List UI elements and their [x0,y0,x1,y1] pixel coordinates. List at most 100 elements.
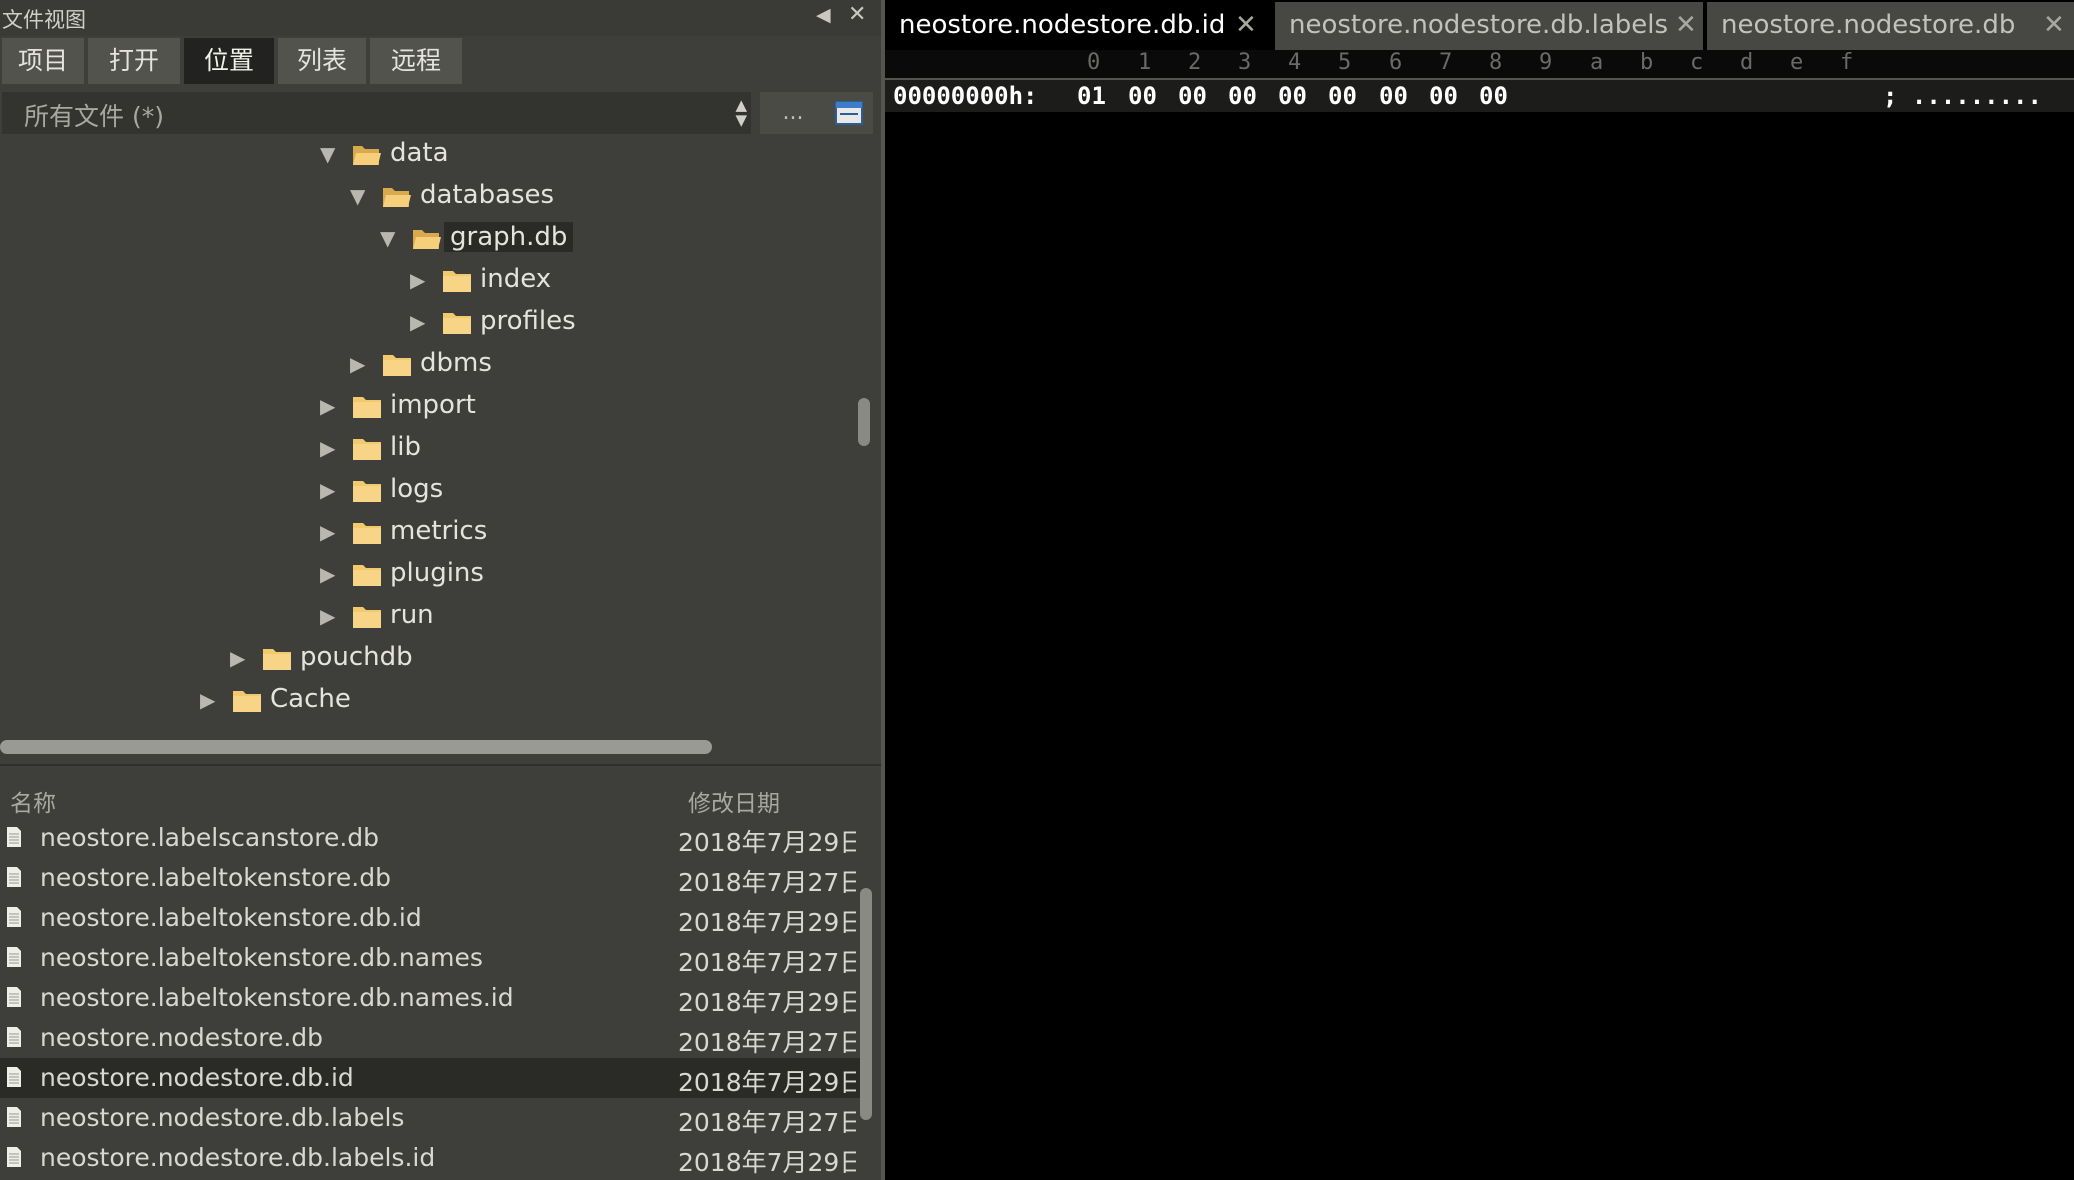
file-icon [7,947,21,967]
file-date: 2018年7月27日 [678,1028,856,1057]
collapsed-arrow-icon[interactable]: ▶ [320,606,335,626]
file-row[interactable]: neostore.labelscanstore.db 2018年7月29日 [0,818,860,858]
tab-list[interactable]: 列表 [278,38,366,84]
collapsed-arrow-icon[interactable]: ▶ [230,648,245,668]
expanded-arrow-icon[interactable]: ▼ [380,228,395,248]
browse-button[interactable]: ... [760,92,826,134]
hex-byte[interactable]: 00 [1278,82,1307,110]
file-row[interactable]: neostore.labeltokenstore.db.id 2018年7月29… [0,898,860,938]
file-icon [7,1107,21,1127]
file-row[interactable]: neostore.nodestore.db.labels.id 2018年7月2… [0,1138,860,1178]
ruler-column: 7 [1439,50,1453,75]
ruler-column: a [1590,50,1604,75]
collapsed-arrow-icon[interactable]: ▶ [410,312,425,332]
hex-byte[interactable]: 00 [1429,82,1458,110]
hex-row[interactable]: 00000000h: 01 00 00 00 00 00 00 00 00 ; … [885,80,2074,112]
file-name: neostore.labeltokenstore.db [40,863,391,892]
folder-icon [353,439,381,460]
ruler-column: 5 [1338,50,1352,75]
file-date: 2018年7月27日 [678,948,856,977]
hex-byte[interactable]: 00 [1228,82,1257,110]
editor-tab-nodestore-db[interactable]: neostore.nodestore.db ✕ [1707,2,2074,50]
tree-item-label: metrics [390,516,488,546]
folder-icon [443,271,471,292]
file-date: 2018年7月29日 [678,988,856,1017]
panel-title-bar: 文件视图 ◀ ✕ [0,0,881,36]
file-date: 2018年7月27日 [678,1108,856,1137]
file-icon [7,907,21,927]
expanded-arrow-icon[interactable]: ▼ [320,144,335,164]
collapsed-arrow-icon[interactable]: ▶ [320,438,335,458]
file-row[interactable]: neostore.nodestore.db.labels 2018年7月27日 [0,1098,860,1138]
tree-item-label: dbms [420,348,492,378]
directory-tree[interactable]: ▼ data ▼ databases ▼ graph.db ▶ index ▶ … [0,134,881,734]
tree-horizontal-scrollbar[interactable] [0,740,712,754]
folder-icon [353,397,381,418]
file-row[interactable]: neostore.labeltokenstore.db.names 2018年7… [0,938,860,978]
hex-ascii-column[interactable]: ; ......... [1883,82,2042,110]
collapsed-arrow-icon[interactable]: ▶ [320,522,335,542]
tree-item-label: databases [420,180,555,210]
file-icon [7,1027,21,1047]
pin-icon[interactable]: ◀ [816,4,831,26]
file-row-selected[interactable]: neostore.nodestore.db.id 2018年7月29日 [0,1058,860,1098]
file-row[interactable]: neostore.labeltokenstore.db.names.id 201… [0,978,860,1018]
file-filter-select[interactable]: 所有文件 (*) ▲ ▼ [2,92,751,134]
close-icon[interactable]: ✕ [2043,10,2065,40]
collapsed-arrow-icon[interactable]: ▶ [410,270,425,290]
hex-byte[interactable]: 00 [1328,82,1357,110]
folder-icon [353,523,381,544]
editor-tab-label: neostore.nodestore.db.id [899,10,1226,40]
file-list-scrollbar[interactable] [860,888,872,1120]
ruler-column: 4 [1288,50,1302,75]
updown-arrows-icon: ▲ ▼ [735,96,747,129]
file-icon [7,827,21,847]
collapsed-arrow-icon[interactable]: ▶ [200,690,215,710]
column-header-date[interactable]: 修改日期 [688,784,780,818]
tab-project[interactable]: 项目 [2,38,84,84]
folder-icon [383,355,411,376]
tree-item-label: profiles [480,306,576,336]
close-icon[interactable]: ✕ [848,2,866,27]
ruler-column: 8 [1489,50,1503,75]
tree-item-label: Cache [270,684,351,714]
file-filter-value: 所有文件 (*) [24,102,164,131]
hex-byte[interactable]: 01 [1077,82,1106,110]
file-date: 2018年7月27日 [678,868,856,897]
open-folder-button[interactable] [823,92,873,134]
tab-open[interactable]: 打开 [88,38,180,84]
file-date: 2018年7月29日 [678,1068,856,1097]
tree-vertical-scrollbar[interactable] [858,398,870,446]
file-date: 2018年7月29日 [678,1148,856,1177]
splitter[interactable] [0,764,881,766]
tab-location[interactable]: 位置 [184,38,274,84]
file-icon [7,987,21,1007]
collapsed-arrow-icon[interactable]: ▶ [320,396,335,416]
hex-byte[interactable]: 00 [1178,82,1207,110]
tree-item-label: import [390,390,476,420]
hex-byte[interactable]: 00 [1128,82,1157,110]
file-list[interactable]: neostore.labelscanstore.db 2018年7月29日 ne… [0,818,870,1180]
editor-tab-nodestore-db-labels[interactable]: neostore.nodestore.db.labels ✕ [1275,2,1703,50]
column-header-name[interactable]: 名称 [10,784,56,818]
file-row[interactable]: neostore.labeltokenstore.db 2018年7月27日 [0,858,860,898]
close-icon[interactable]: ✕ [1675,10,1697,40]
collapsed-arrow-icon[interactable]: ▶ [320,564,335,584]
file-row[interactable]: neostore.nodestore.db 2018年7月27日 [0,1018,860,1058]
file-name: neostore.labeltokenstore.db.names [40,943,483,972]
file-name: neostore.nodestore.db.id [40,1063,354,1092]
editor-tab-nodestore-db-id[interactable]: neostore.nodestore.db.id ✕ [885,2,1271,50]
collapsed-arrow-icon[interactable]: ▶ [320,480,335,500]
folder-open-icon [383,188,411,207]
collapsed-arrow-icon[interactable]: ▶ [350,354,365,374]
close-icon[interactable]: ✕ [1235,10,1257,40]
hex-byte[interactable]: 00 [1479,82,1508,110]
ruler-column: e [1790,50,1804,75]
hex-byte[interactable]: 00 [1379,82,1408,110]
ruler-column: b [1640,50,1654,75]
hex-editor[interactable]: neostore.nodestore.db.id ✕ neostore.node… [885,0,2074,1180]
tab-remote[interactable]: 远程 [370,38,462,84]
file-icon [7,1067,21,1087]
expanded-arrow-icon[interactable]: ▼ [350,186,365,206]
ruler-column: 1 [1138,50,1152,75]
